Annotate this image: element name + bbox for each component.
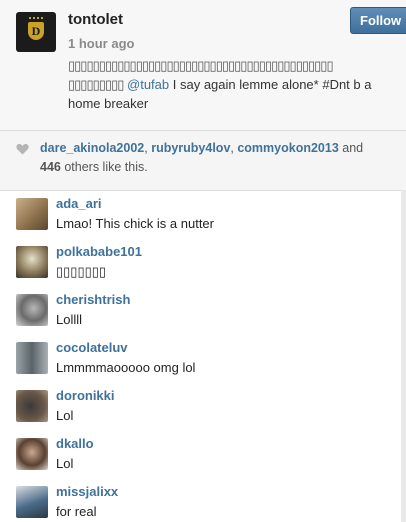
caption-glyphs-prefix: ▯▯▯▯▯▯▯▯▯ — [68, 77, 124, 92]
likes-and: and — [342, 141, 364, 155]
post-header: D tontolet 1 hour ago Follow ▯▯▯▯▯▯▯▯▯▯▯… — [0, 0, 406, 130]
liker-link[interactable]: dare_akinola2002 — [40, 141, 144, 155]
follow-button[interactable]: Follow — [350, 7, 406, 34]
liker-link[interactable]: rubyruby4lov — [151, 141, 230, 155]
shield-logo-icon: D — [28, 22, 44, 40]
comment-text: for real — [56, 504, 97, 519]
comment-text: Lol — [56, 456, 74, 471]
comment-item: dkallo Lol — [0, 431, 406, 479]
comment-username[interactable]: cocolateluv — [56, 340, 128, 355]
comment-username[interactable]: ada_ari — [56, 196, 102, 211]
comment-item: polkababe101 ▯▯▯▯▯▯▯ — [0, 239, 406, 287]
avatar[interactable] — [16, 246, 48, 278]
comments-list: ada_ari Lmao! This chick is a nutter pol… — [0, 190, 406, 522]
likes-others: others like this. — [64, 160, 148, 174]
heart-icon[interactable] — [16, 143, 29, 155]
comment-item: doronikki Lol — [0, 383, 406, 431]
likes-section: dare_akinola2002, rubyruby4lov, commyoko… — [0, 131, 406, 186]
post-card: D tontolet 1 hour ago Follow ▯▯▯▯▯▯▯▯▯▯▯… — [0, 0, 406, 522]
caption-mention-link[interactable]: @tufab — [127, 77, 169, 92]
comment-item: cherishtrish Lollll — [0, 287, 406, 335]
likes-count[interactable]: 446 — [40, 160, 61, 174]
avatar[interactable] — [16, 198, 48, 230]
avatar[interactable] — [16, 390, 48, 422]
avatar[interactable] — [16, 294, 48, 326]
post-username[interactable]: tontolet — [68, 11, 123, 28]
comment-text: Lmao! This chick is a nutter — [56, 216, 214, 231]
post-caption: ▯▯▯▯▯▯▯▯▯▯▯▯▯▯▯▯▯▯▯▯▯▯▯▯▯▯▯▯▯▯▯▯▯▯▯▯▯▯▯▯… — [68, 56, 398, 113]
avatar[interactable] — [16, 486, 48, 518]
caption-glyphs-line: ▯▯▯▯▯▯▯▯▯▯▯▯▯▯▯▯▯▯▯▯▯▯▯▯▯▯▯▯▯▯▯▯▯▯▯▯▯▯▯▯… — [68, 58, 334, 73]
avatar[interactable] — [16, 342, 48, 374]
comment-text: Lmmmmaooooo omg lol — [56, 360, 196, 375]
comment-username[interactable]: polkababe101 — [56, 244, 142, 259]
comment-item: cocolateluv Lmmmmaooooo omg lol — [0, 335, 406, 383]
comment-item: missjalixx for real — [0, 479, 406, 522]
comment-text: Lollll — [56, 312, 83, 327]
avatar[interactable] — [16, 438, 48, 470]
timestamp-text: 1 hour ago — [68, 36, 135, 51]
avatar[interactable]: D — [16, 12, 56, 52]
crown-icon — [29, 17, 43, 21]
comment-username[interactable]: doronikki — [56, 388, 115, 403]
scrollbar[interactable] — [401, 190, 406, 522]
comment-text: Lol — [56, 408, 74, 423]
comment-username[interactable]: missjalixx — [56, 484, 118, 499]
comment-text: ▯▯▯▯▯▯▯ — [56, 264, 107, 279]
post-timestamp: 1 hour ago — [68, 36, 134, 51]
comment-item: ada_ari Lmao! This chick is a nutter — [0, 191, 406, 239]
comment-username[interactable]: dkallo — [56, 436, 94, 451]
likes-text: dare_akinola2002, rubyruby4lov, commyoko… — [40, 141, 364, 174]
liker-link[interactable]: commyokon2013 — [237, 141, 338, 155]
comment-username[interactable]: cherishtrish — [56, 292, 130, 307]
